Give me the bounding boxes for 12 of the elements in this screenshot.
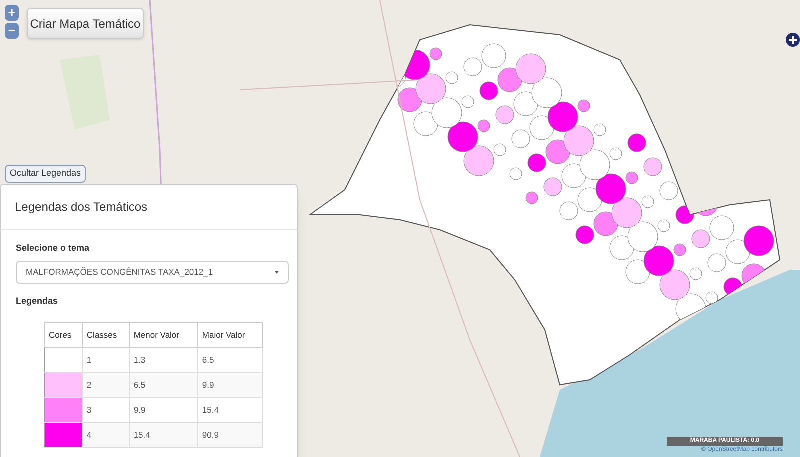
column-header: Cores (44, 322, 82, 348)
legends-label: Legendas (16, 294, 60, 308)
panel-title: Legendas dos Temáticos (15, 200, 148, 214)
table-cell: 15.4 (129, 422, 198, 448)
hide-legends-button[interactable]: Ocultar Legendas (5, 165, 86, 183)
caret-icon (275, 270, 279, 274)
table-cell: 4 (82, 422, 130, 448)
create-map-button[interactable]: Criar Mapa Temático (27, 8, 144, 39)
theme-select[interactable]: MALFORMAÇÕES CONGÊNITAS TAXA_2012_1 (16, 260, 289, 284)
add-icon[interactable] (786, 33, 800, 47)
table-cell: 90.9 (198, 422, 262, 448)
theme-label: Selecione o tema (16, 242, 91, 255)
